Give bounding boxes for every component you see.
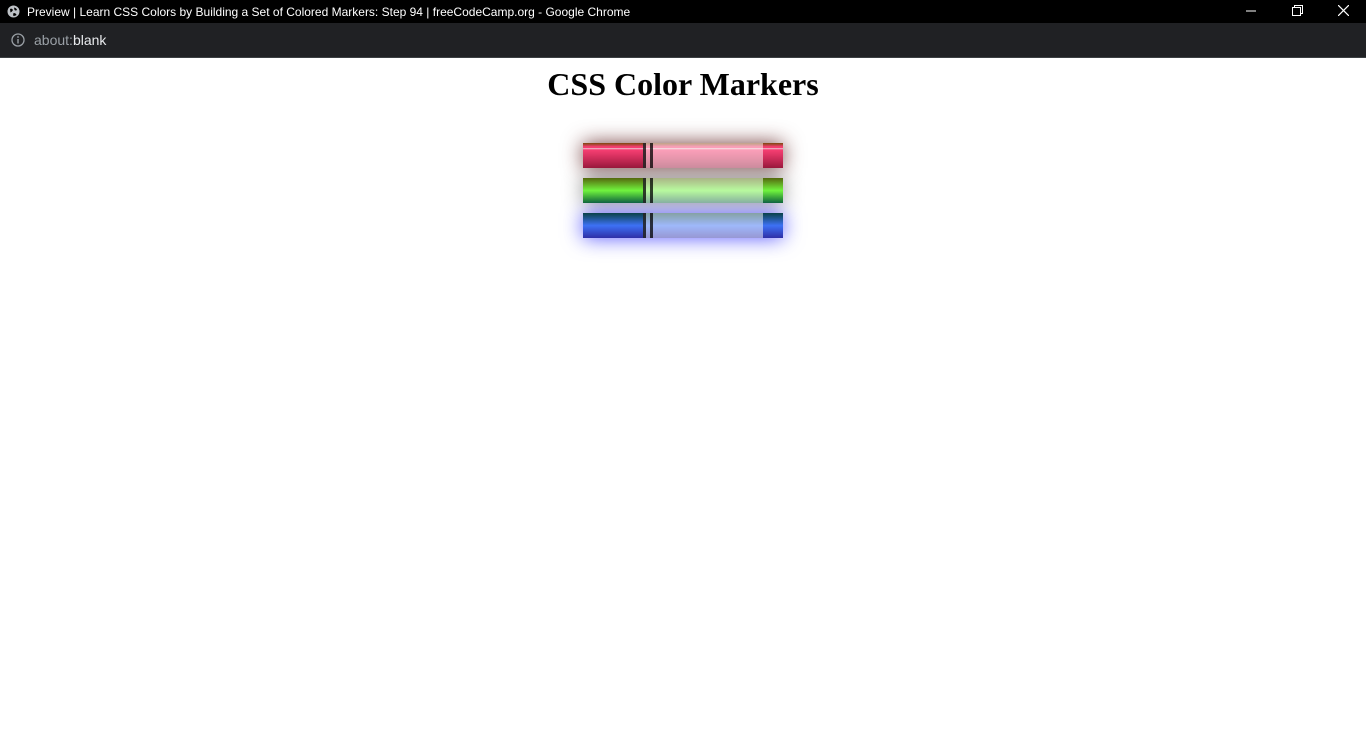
globe-icon [7,5,20,18]
restore-button[interactable] [1274,0,1320,23]
url-scheme: about: [34,32,73,48]
window-title: Preview | Learn CSS Colors by Building a… [27,4,631,19]
window-controls [1228,0,1366,23]
info-icon[interactable] [11,33,25,47]
minimize-button[interactable] [1228,0,1274,23]
green-marker-sleeve [643,178,763,203]
close-button[interactable] [1320,0,1366,23]
page-title: CSS Color Markers [547,66,819,102]
window-titlebar: Preview | Learn CSS Colors by Building a… [0,0,1366,23]
page-viewport: CSS Color Markers [0,58,1366,738]
blue-marker [583,213,783,238]
blue-marker-cap [583,213,643,238]
minimize-icon [1246,5,1256,19]
url-text[interactable]: about:blank [34,32,106,48]
close-icon [1337,4,1349,19]
green-marker [583,178,783,203]
blue-marker-sleeve [643,213,763,238]
restore-icon [1291,4,1303,19]
red-marker-cap [583,143,643,168]
red-marker [583,143,783,168]
red-marker-sleeve [643,143,763,168]
green-marker-cap [583,178,643,203]
url-host: blank [72,32,107,48]
address-bar[interactable]: about:blank [0,23,1366,57]
markers-container [583,143,783,248]
